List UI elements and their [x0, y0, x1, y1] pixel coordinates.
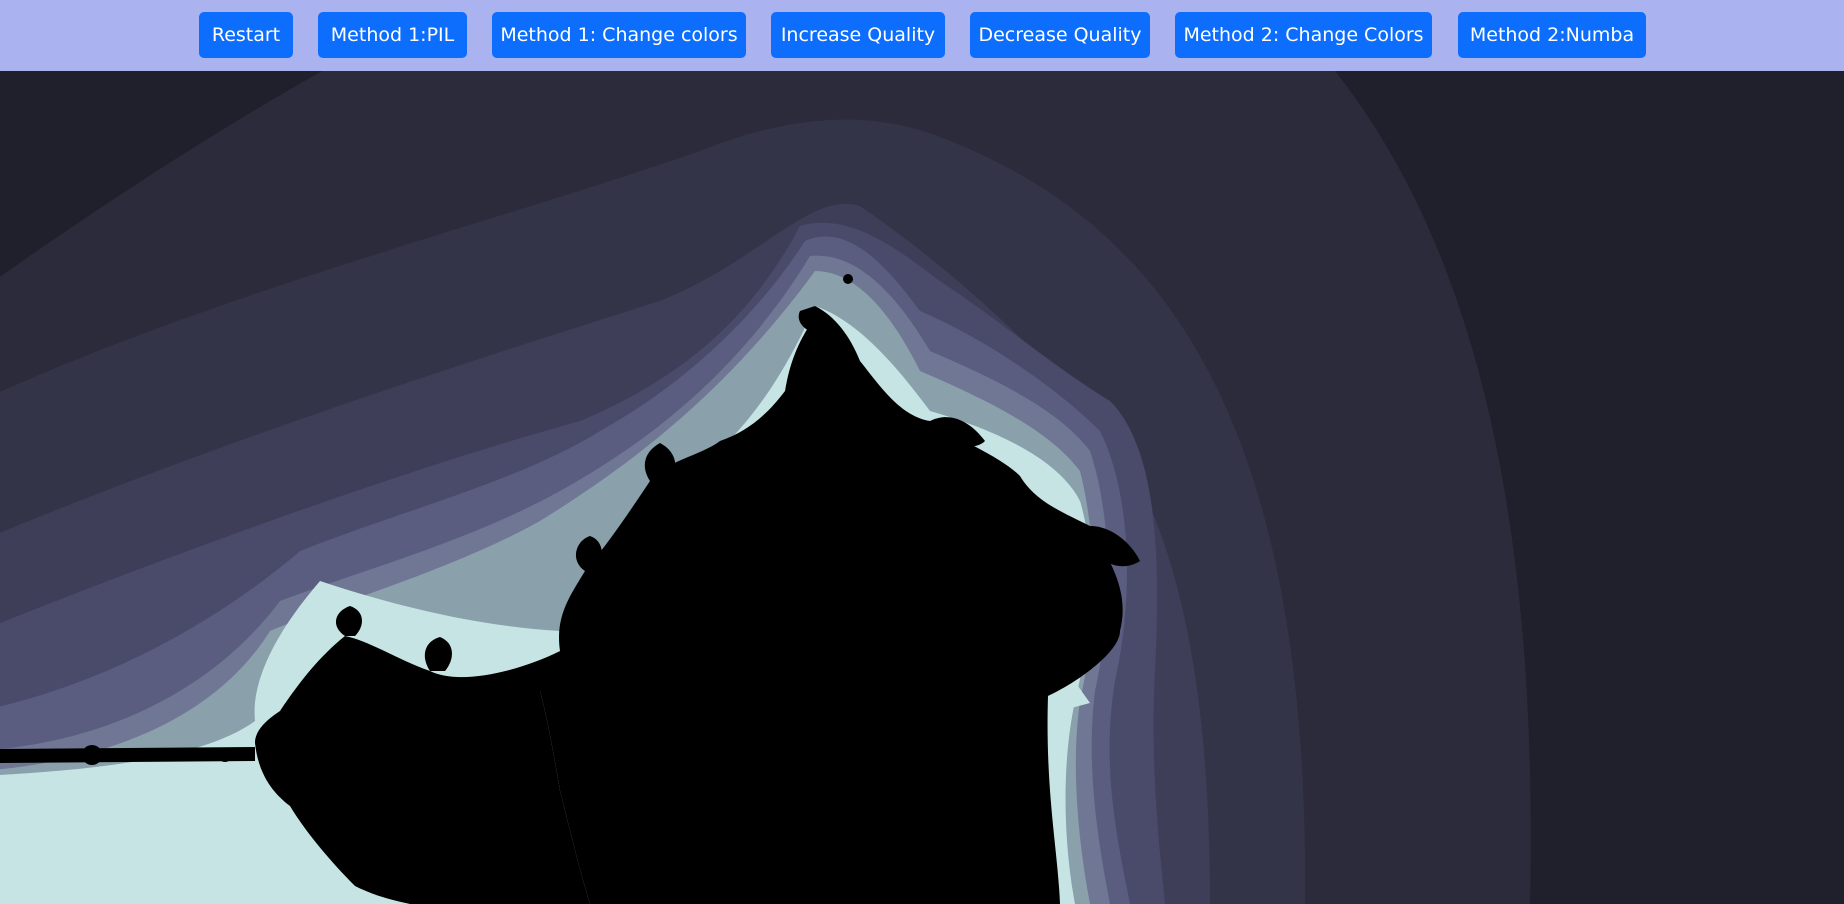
toolbar: Restart Method 1:PIL Method 1: Change co… — [0, 0, 1844, 71]
minibrot-small-2 — [218, 748, 232, 762]
restart-button[interactable]: Restart — [199, 12, 293, 58]
upper-minibrot — [843, 274, 853, 284]
method2-numba-button[interactable]: Method 2:Numba — [1458, 12, 1646, 58]
mandelbrot-canvas[interactable] — [0, 71, 1844, 904]
minibrot-left — [82, 745, 102, 765]
decrease-quality-button[interactable]: Decrease Quality — [970, 12, 1150, 58]
antenna-filament — [0, 747, 255, 763]
method2-change-colors-button[interactable]: Method 2: Change Colors — [1175, 12, 1432, 58]
mandelbrot-render — [0, 71, 1844, 904]
minibrot-small-1 — [155, 750, 165, 760]
method1-pil-button[interactable]: Method 1:PIL — [318, 12, 467, 58]
method1-change-colors-button[interactable]: Method 1: Change colors — [492, 12, 746, 58]
increase-quality-button[interactable]: Increase Quality — [771, 12, 945, 58]
